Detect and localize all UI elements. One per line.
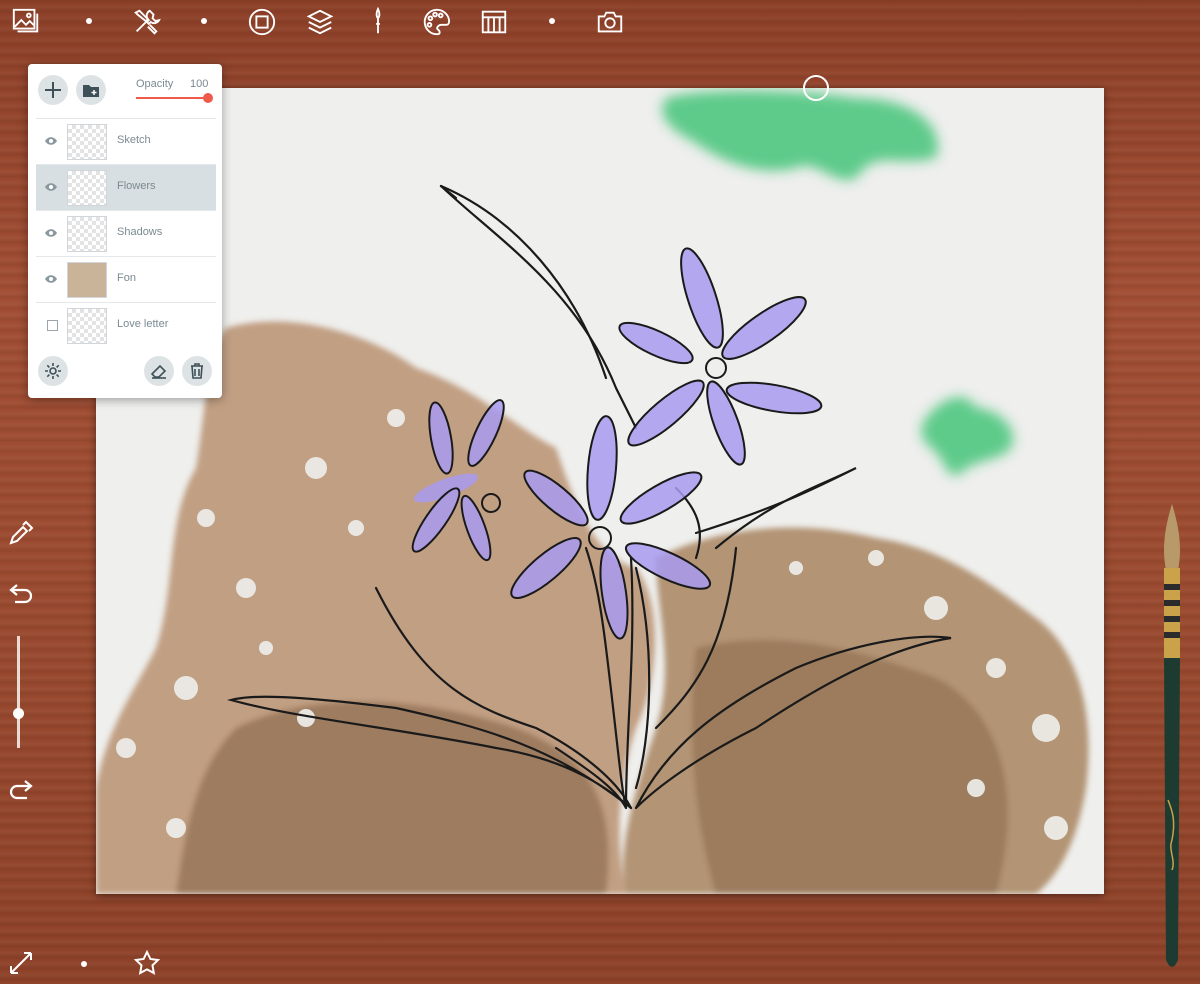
- fullscreen-icon[interactable]: [4, 946, 38, 980]
- separator-dot: [549, 18, 555, 24]
- drawing-canvas[interactable]: [96, 88, 1104, 894]
- visibility-eye-icon[interactable]: [44, 181, 58, 193]
- paintbrush-icon[interactable]: [1152, 500, 1192, 974]
- add-folder-icon[interactable]: [76, 75, 106, 105]
- separator-dot: [201, 18, 207, 24]
- undo-icon[interactable]: [4, 576, 38, 610]
- painting: [96, 90, 1089, 894]
- eyedropper-icon[interactable]: [4, 516, 38, 550]
- visibility-eye-icon[interactable]: [44, 227, 58, 239]
- layer-thumbnail: [67, 216, 107, 252]
- paper-icon[interactable]: [476, 4, 512, 40]
- camera-icon[interactable]: [592, 4, 628, 40]
- layer-list: Sketch Flowers Shadows Fon Love letter: [36, 118, 216, 348]
- separator-dot: [86, 18, 92, 24]
- redo-icon[interactable]: [4, 772, 38, 806]
- opacity-fill: [136, 97, 208, 99]
- opacity-slider-thumb[interactable]: [203, 93, 213, 103]
- visibility-eye-icon[interactable]: [44, 273, 58, 285]
- layer-row-fon[interactable]: Fon: [36, 256, 216, 302]
- layer-row-sketch[interactable]: Sketch: [36, 118, 216, 164]
- visibility-checkbox[interactable]: [47, 320, 58, 331]
- canvas-icon[interactable]: [244, 4, 280, 40]
- layer-row-love-letter[interactable]: Love letter: [36, 302, 216, 348]
- tools-icon[interactable]: [128, 4, 164, 40]
- layer-name: Shadows: [117, 226, 163, 238]
- gallery-icon[interactable]: [8, 4, 44, 40]
- add-layer-icon[interactable]: [38, 75, 68, 105]
- top-toolbar: [0, 0, 1200, 48]
- layer-row-shadows[interactable]: Shadows: [36, 210, 216, 256]
- visibility-eye-icon[interactable]: [44, 135, 58, 147]
- settings-icon[interactable]: [38, 356, 68, 386]
- opacity-label: Opacity: [136, 78, 174, 90]
- eraser-icon[interactable]: [144, 356, 174, 386]
- brush-cursor: [803, 75, 829, 101]
- brush-size-thumb[interactable]: [13, 708, 24, 719]
- opacity-value: 100: [190, 78, 209, 90]
- layers-icon[interactable]: [302, 4, 338, 40]
- layer-thumbnail: [67, 308, 107, 344]
- layer-name: Flowers: [117, 180, 156, 192]
- separator-dot: [81, 961, 87, 967]
- favorite-star-icon[interactable]: [130, 946, 164, 980]
- layer-name: Fon: [117, 272, 136, 284]
- brush-icon[interactable]: [360, 4, 396, 40]
- layer-name: Sketch: [117, 134, 151, 146]
- opacity-slider[interactable]: [136, 93, 213, 103]
- brush-size-slider[interactable]: [13, 636, 24, 748]
- layer-row-flowers[interactable]: Flowers: [36, 164, 216, 210]
- layer-thumbnail: [67, 262, 107, 298]
- layer-thumbnail: [67, 124, 107, 160]
- layer-thumbnail: [67, 170, 107, 206]
- layer-name: Love letter: [117, 318, 169, 330]
- layers-panel: Opacity 100 Sketch Flowers Shadows Fon L…: [28, 64, 222, 398]
- palette-icon[interactable]: [418, 4, 454, 40]
- trash-icon[interactable]: [182, 356, 212, 386]
